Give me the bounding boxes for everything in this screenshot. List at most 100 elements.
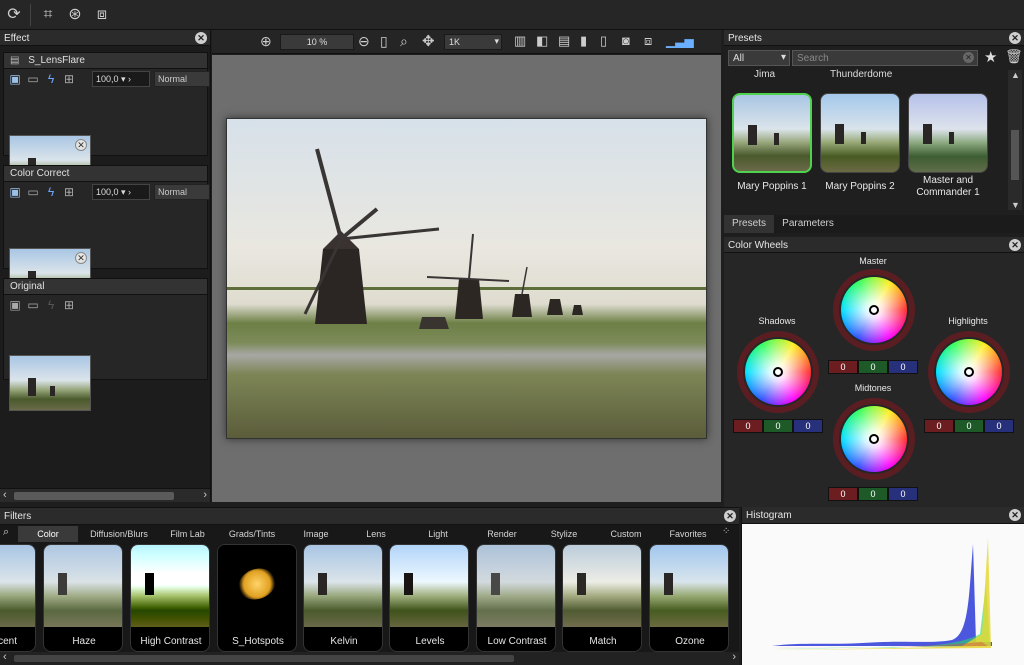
- presets-close-icon[interactable]: ✕: [1009, 32, 1021, 44]
- scroll-left-icon[interactable]: ‹: [3, 489, 7, 501]
- opacity-field[interactable]: 100,0 ▾ ›: [92, 184, 150, 200]
- histogram-close-icon[interactable]: ✕: [1009, 509, 1021, 521]
- effect-close-icon[interactable]: ✕: [195, 32, 207, 44]
- pan-icon[interactable]: ✥: [422, 32, 435, 50]
- grid-icon[interactable]: ⊞: [62, 185, 76, 199]
- filter-item[interactable]: Low Contrast: [476, 544, 556, 652]
- zoom-in-icon[interactable]: ⊕: [260, 33, 272, 50]
- search-input[interactable]: Search ✕: [792, 50, 978, 66]
- green-value[interactable]: 0: [858, 487, 888, 501]
- scroll-right-icon[interactable]: ›: [732, 651, 736, 663]
- green-value[interactable]: 0: [954, 419, 984, 433]
- filter-item[interactable]: Ozone: [649, 544, 729, 652]
- trash-icon[interactable]: 🗑: [1005, 48, 1023, 65]
- scroll-up-icon[interactable]: ▲: [1011, 70, 1020, 80]
- grid-view-icon[interactable]: ⁘: [722, 526, 730, 537]
- main-image[interactable]: [226, 118, 707, 439]
- color-wheels-close-icon[interactable]: ✕: [1009, 239, 1021, 251]
- transform-icon[interactable]: ⊛: [64, 5, 86, 25]
- layer-thumbnail[interactable]: [9, 355, 91, 411]
- scroll-thumb[interactable]: [14, 655, 514, 662]
- filter-item[interactable]: Match: [562, 544, 642, 652]
- filter-tab-custom[interactable]: Custom: [598, 526, 654, 542]
- monitor-icon[interactable]: ▭: [26, 72, 40, 86]
- search-icon[interactable]: ⌕: [3, 526, 9, 539]
- wheel-handle[interactable]: [869, 434, 879, 444]
- blue-value[interactable]: 0: [793, 419, 823, 433]
- fit-screen-icon[interactable]: ▯: [380, 33, 388, 50]
- fit-icon[interactable]: ⧈: [91, 5, 113, 25]
- filters-scrollbar[interactable]: ‹ ›: [0, 651, 739, 665]
- filter-tab-color[interactable]: Color: [18, 526, 78, 542]
- wheel-handle[interactable]: [869, 305, 879, 315]
- filter-item[interactable]: scent: [0, 544, 36, 652]
- filter-tab-light[interactable]: Light: [412, 526, 464, 542]
- presets-scrollbar[interactable]: ▲ ▼: [1008, 70, 1022, 210]
- category-select[interactable]: All ▾: [728, 50, 790, 66]
- filters-close-icon[interactable]: ✕: [724, 510, 736, 522]
- scroll-down-icon[interactable]: ▼: [1011, 200, 1020, 210]
- tab-parameters[interactable]: Parameters: [776, 215, 840, 233]
- filter-item[interactable]: S_Hotspots: [217, 544, 297, 652]
- grid-icon[interactable]: ⊞: [62, 72, 76, 86]
- effect-scrollbar[interactable]: ‹ ›: [0, 488, 210, 502]
- canvas-area[interactable]: [212, 55, 721, 502]
- filter-tab-stylize[interactable]: Stylize: [536, 526, 592, 542]
- layer-add-icon[interactable]: ▤: [10, 55, 19, 66]
- layer-original[interactable]: Original ▣ ▭ ϟ ⊞: [3, 278, 208, 411]
- scroll-left-icon[interactable]: ‹: [3, 651, 7, 663]
- lightning-icon[interactable]: ϟ: [44, 72, 58, 86]
- wheel-handle[interactable]: [964, 367, 974, 377]
- filter-tab-render[interactable]: Render: [474, 526, 530, 542]
- split-vertical-icon[interactable]: ▥: [514, 33, 526, 49]
- split-half-icon[interactable]: ◧: [536, 33, 548, 49]
- filter-item[interactable]: Kelvin: [303, 544, 383, 652]
- split-horizontal-icon[interactable]: ▤: [558, 33, 570, 49]
- filter-tab-film-lab[interactable]: Film Lab: [160, 526, 215, 542]
- filter-item[interactable]: Haze: [43, 544, 123, 652]
- red-value[interactable]: 0: [828, 360, 858, 374]
- scroll-right-icon[interactable]: ›: [203, 489, 207, 501]
- preset-thumbnail[interactable]: [908, 93, 988, 173]
- blend-mode-select[interactable]: Normal: [154, 71, 210, 87]
- preset-thumbnail[interactable]: [820, 93, 900, 173]
- tab-presets[interactable]: Presets: [724, 215, 774, 233]
- red-value[interactable]: 0: [733, 419, 763, 433]
- mask-icon[interactable]: ▣: [8, 72, 22, 86]
- filter-tab-lens[interactable]: Lens: [350, 526, 402, 542]
- search-icon[interactable]: ⌕: [400, 33, 408, 50]
- green-value[interactable]: 0: [858, 360, 888, 374]
- single-view-icon[interactable]: ▮: [580, 33, 587, 49]
- lightning-icon[interactable]: ϟ: [44, 185, 58, 199]
- zoom-field[interactable]: 10 %: [280, 34, 354, 50]
- scroll-thumb[interactable]: [14, 492, 174, 500]
- fullscreen-icon[interactable]: ⧈: [644, 33, 652, 49]
- crop-icon[interactable]: ⌗: [37, 5, 59, 25]
- filter-tab-diffusion[interactable]: Diffusion/Blurs: [84, 526, 154, 542]
- filter-tab-grads[interactable]: Grads/Tints: [220, 526, 284, 542]
- filter-item[interactable]: Levels: [389, 544, 469, 652]
- remove-layer-icon[interactable]: ✕: [75, 252, 87, 264]
- scroll-thumb[interactable]: [1011, 130, 1019, 180]
- filter-tab-image[interactable]: Image: [290, 526, 342, 542]
- opacity-field[interactable]: 100,0 ▾ ›: [92, 71, 150, 87]
- filter-item[interactable]: High Contrast: [130, 544, 210, 652]
- layer-color-correct[interactable]: Color Correct ▣ ▭ ϟ ⊞ 100,0 ▾ › Normal ✕: [3, 165, 210, 304]
- blue-value[interactable]: 0: [888, 487, 918, 501]
- blue-value[interactable]: 0: [984, 419, 1014, 433]
- filter-tab-favorites[interactable]: Favorites: [662, 526, 714, 542]
- histogram-icon[interactable]: ▁▃▅: [666, 34, 694, 48]
- page-icon[interactable]: ▯: [600, 33, 607, 49]
- remove-layer-icon[interactable]: ✕: [75, 139, 87, 151]
- blue-value[interactable]: 0: [888, 360, 918, 374]
- wheel-handle[interactable]: [773, 367, 783, 377]
- red-value[interactable]: 0: [924, 419, 954, 433]
- red-value[interactable]: 0: [828, 487, 858, 501]
- star-icon[interactable]: ★: [984, 48, 997, 66]
- camera-icon[interactable]: ◙: [622, 33, 630, 48]
- zoom-out-icon[interactable]: ⊖: [358, 33, 370, 50]
- preview-size-select[interactable]: 1K ▾: [444, 34, 502, 50]
- layer-lensflare[interactable]: ▤ S_LensFlare ▣ ▭ ϟ ⊞ 100,0 ▾ › Normal ✕: [3, 52, 210, 191]
- refresh-icon[interactable]: ⟳: [3, 5, 25, 25]
- monitor-icon[interactable]: ▭: [26, 185, 40, 199]
